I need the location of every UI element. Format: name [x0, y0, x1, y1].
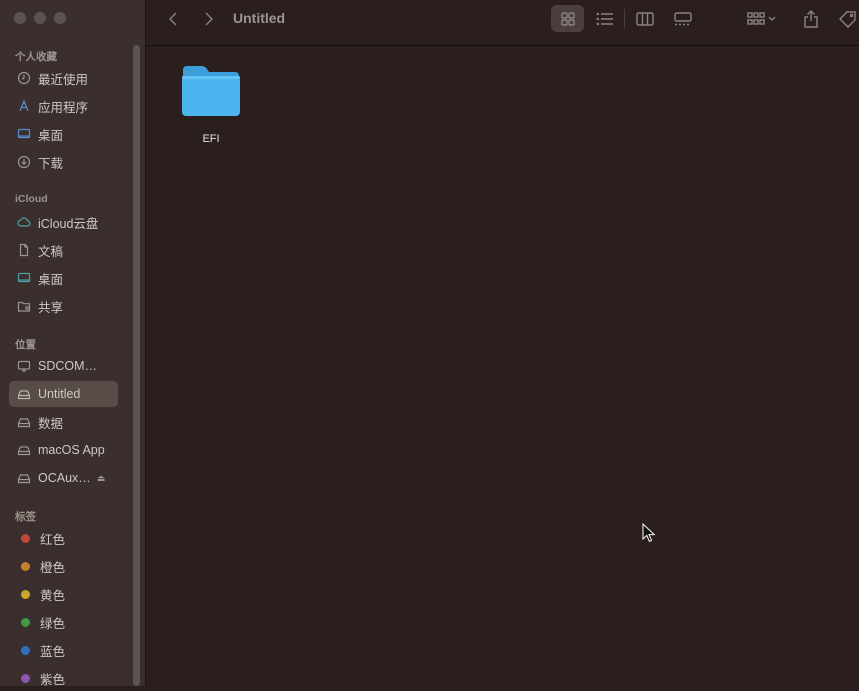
sidebar-item-label: 下载 [38, 156, 64, 171]
sidebar-item-untitled[interactable]: Untitled [9, 381, 118, 407]
sidebar-item-sdcom[interactable]: SDCOM… [9, 353, 118, 379]
tag-button[interactable] [838, 0, 859, 37]
sidebar-scrollbar[interactable] [133, 45, 140, 686]
window-title: Untitled [233, 10, 286, 26]
disk-icon [17, 418, 31, 428]
tags-section-title: 标签 [15, 511, 36, 523]
grid-icon [560, 11, 575, 26]
sidebar-item-recents[interactable]: 最近使用 [9, 65, 118, 91]
mouse-cursor-icon [642, 523, 656, 543]
sidebar: 个人收藏 最近使用 应用程序 桌面 下载 iCloud iCloud云盘 文稿 … [0, 0, 146, 687]
sidebar-item-label: 橙色 [40, 560, 66, 575]
list-icon [595, 12, 613, 25]
tag-dot-icon [21, 645, 30, 655]
sidebar-item-tag-purple[interactable]: 紫色 [9, 665, 118, 691]
disk-icon [17, 474, 31, 484]
chevron-left-icon [169, 12, 177, 25]
close-button[interactable] [14, 12, 26, 24]
tag-icon [839, 10, 856, 28]
sidebar-item-label: 桌面 [38, 128, 64, 143]
sidebar-item-label: 红色 [40, 532, 66, 547]
tag-dot-icon [21, 589, 30, 599]
gallery-icon [673, 11, 692, 25]
tag-dot-icon [21, 617, 30, 627]
sidebar-item-icloud-drive[interactable]: iCloud云盘 [9, 209, 118, 235]
folder-icon [182, 66, 240, 116]
sidebar-item-label: iCloud云盘 [38, 216, 99, 231]
sidebar-item-applications[interactable]: 应用程序 [9, 93, 118, 119]
group-grid-icon [747, 11, 776, 25]
desktop-icon [17, 272, 31, 283]
eject-icon[interactable]: ⏏ [97, 473, 106, 484]
forward-button[interactable] [198, 0, 220, 37]
sidebar-item-label: macOS App [38, 443, 105, 457]
list-view-button[interactable] [588, 0, 621, 37]
download-icon [17, 155, 31, 169]
icon-view-button[interactable] [551, 0, 584, 37]
computer-icon [17, 360, 31, 372]
column-view-button[interactable] [628, 0, 661, 37]
columns-icon [635, 11, 654, 26]
locations-section-title: 位置 [15, 339, 36, 351]
sidebar-item-documents[interactable]: 文稿 [9, 237, 118, 263]
clock-icon [17, 71, 31, 85]
file-browser-content[interactable]: EFI [146, 46, 859, 686]
sidebar-item-tag-orange[interactable]: 橙色 [9, 553, 118, 579]
toolbar: Untitled [146, 0, 859, 46]
tag-dot-icon [21, 561, 30, 571]
sidebar-item-tag-red[interactable]: 红色 [9, 525, 118, 551]
sidebar-item-shared[interactable]: 共享 [9, 293, 118, 319]
window-controls [14, 12, 66, 24]
apps-icon [19, 99, 29, 112]
sidebar-item-label: OCAux… [38, 471, 91, 485]
sidebar-item-label: 桌面 [38, 272, 64, 287]
gallery-view-button[interactable] [666, 0, 699, 37]
sidebar-item-label: 文稿 [38, 244, 64, 259]
tag-dot-icon [21, 533, 30, 543]
favorites-section-title: 个人收藏 [15, 51, 57, 63]
document-icon [19, 243, 29, 257]
sidebar-item-macos-app[interactable]: macOS App [9, 437, 118, 463]
sidebar-item-downloads[interactable]: 下载 [9, 149, 118, 175]
file-name-label: EFI [202, 133, 220, 145]
disk-icon [17, 446, 31, 456]
share-button[interactable] [798, 0, 824, 37]
sidebar-item-icloud-desktop[interactable]: 桌面 [9, 265, 118, 291]
sidebar-item-label: SDCOM… [38, 359, 98, 373]
sidebar-item-label: 绿色 [40, 616, 66, 631]
sidebar-item-tag-blue[interactable]: 蓝色 [9, 637, 118, 663]
icloud-section-title: iCloud [15, 193, 48, 205]
sidebar-item-label: 紫色 [40, 672, 66, 687]
back-button[interactable] [162, 0, 184, 37]
sidebar-item-tag-green[interactable]: 绿色 [9, 609, 118, 635]
tag-dot-icon [21, 673, 30, 683]
desktop-icon [17, 128, 31, 139]
sidebar-item-label: 共享 [38, 300, 64, 315]
sidebar-item-tag-yellow[interactable]: 黄色 [9, 581, 118, 607]
cloud-icon [17, 217, 31, 227]
sidebar-item-desktop[interactable]: 桌面 [9, 121, 118, 147]
folder-item-efi[interactable]: EFI [180, 64, 242, 145]
sidebar-item-ocaux[interactable]: OCAux… ⏏ [9, 465, 118, 491]
sidebar-item-label: 应用程序 [38, 100, 89, 115]
chevron-right-icon [205, 12, 213, 25]
group-by-button[interactable] [742, 0, 782, 37]
toolbar-divider [624, 9, 625, 29]
share-icon [804, 9, 818, 28]
sidebar-item-label: 蓝色 [40, 644, 66, 659]
sidebar-item-label: 黄色 [40, 588, 66, 603]
disk-icon [17, 390, 31, 400]
sidebar-item-label: 数据 [38, 416, 64, 431]
shared-folder-icon [17, 301, 31, 312]
sidebar-item-data[interactable]: 数据 [9, 409, 118, 435]
sidebar-item-label: Untitled [38, 387, 81, 401]
zoom-button[interactable] [54, 12, 66, 24]
sidebar-item-label: 最近使用 [38, 72, 89, 87]
minimize-button[interactable] [34, 12, 46, 24]
